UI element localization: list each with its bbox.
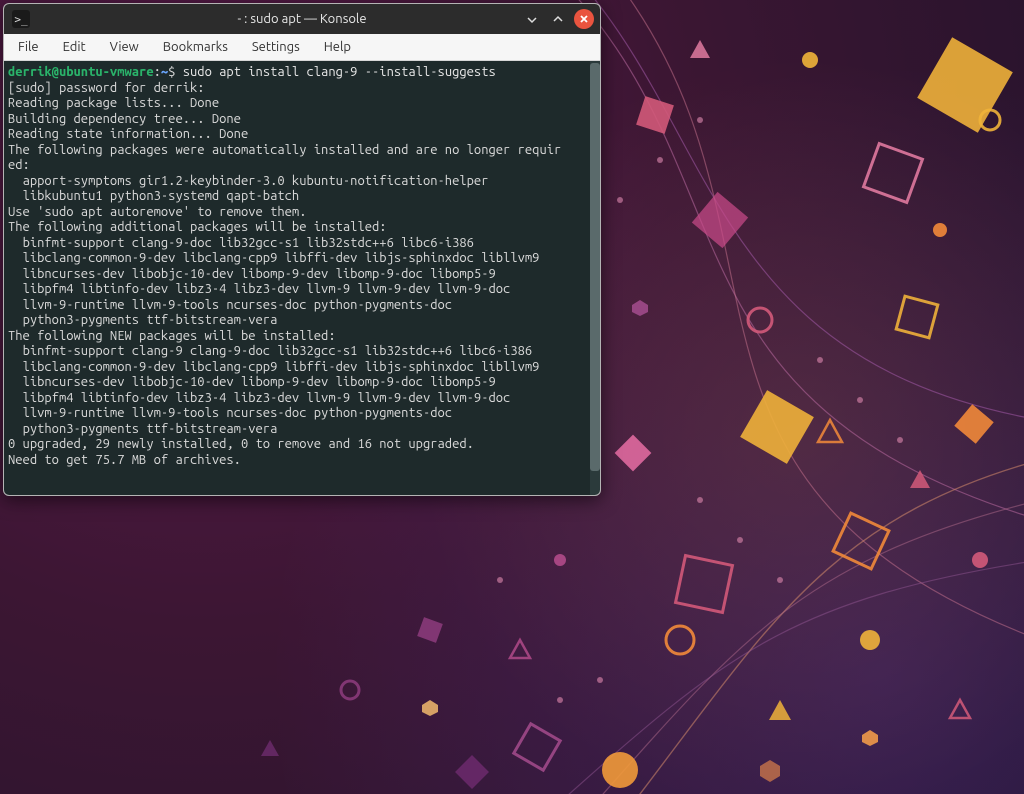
terminal-line: python3-pygments ttf-bitstream-vera [8, 313, 584, 329]
terminal-line: libkubuntu1 python3-systemd qapt-batch [8, 189, 584, 205]
terminal-line: llvm-9-runtime llvm-9-tools ncurses-doc … [8, 298, 584, 314]
terminal-line: libncurses-dev libobjc-10-dev libomp-9-d… [8, 267, 584, 283]
terminal-line: 0 upgraded, 29 newly installed, 0 to rem… [8, 437, 584, 453]
terminal-line: Use 'sudo apt autoremove' to remove them… [8, 205, 584, 221]
terminal-line: The following additional packages will b… [8, 220, 584, 236]
menu-help[interactable]: Help [312, 37, 363, 57]
terminal-output[interactable]: derrik@ubuntu-vmware:~$ sudo apt install… [4, 61, 590, 495]
menu-file[interactable]: File [6, 37, 51, 57]
terminal-line: ed: [8, 158, 584, 174]
desktop-background: >_ - : sudo apt — Konsole File Edit View… [0, 0, 1024, 794]
menubar: File Edit View Bookmarks Settings Help [4, 34, 600, 61]
terminal-line: Need to get 75.7 MB of archives. [8, 453, 584, 469]
prompt-line: derrik@ubuntu-vmware:~$ sudo apt install… [8, 65, 584, 81]
window-title: - : sudo apt — Konsole [4, 12, 600, 26]
menu-view[interactable]: View [98, 37, 151, 57]
terminal-line: apport-symptoms gir1.2-keybinder-3.0 kub… [8, 174, 584, 190]
terminal-line: libncurses-dev libobjc-10-dev libomp-9-d… [8, 375, 584, 391]
window-controls [522, 9, 594, 29]
terminal-line: Reading state information... Done [8, 127, 584, 143]
terminal-line: libpfm4 libtinfo-dev libz3-4 libz3-dev l… [8, 391, 584, 407]
terminal-line: libclang-common-9-dev libclang-cpp9 libf… [8, 360, 584, 376]
terminal-line: The following packages were automaticall… [8, 143, 584, 159]
maximize-button[interactable] [548, 9, 568, 29]
scrollbar-thumb[interactable] [590, 63, 600, 471]
terminal-container: derrik@ubuntu-vmware:~$ sudo apt install… [4, 61, 600, 495]
terminal-line: binfmt-support clang-9 clang-9-doc lib32… [8, 344, 584, 360]
terminal-line: The following NEW packages will be insta… [8, 329, 584, 345]
terminal-line: python3-pygments ttf-bitstream-vera [8, 422, 584, 438]
close-button[interactable] [574, 9, 594, 29]
terminal-line: llvm-9-runtime llvm-9-tools ncurses-doc … [8, 406, 584, 422]
terminal-line: Building dependency tree... Done [8, 112, 584, 128]
terminal-line: libclang-common-9-dev libclang-cpp9 libf… [8, 251, 584, 267]
menu-settings[interactable]: Settings [240, 37, 312, 57]
terminal-line: binfmt-support clang-9-doc lib32gcc-s1 l… [8, 236, 584, 252]
menu-edit[interactable]: Edit [51, 37, 98, 57]
menu-bookmarks[interactable]: Bookmarks [151, 37, 240, 57]
terminal-line: [sudo] password for derrik: [8, 81, 584, 97]
terminal-line: libpfm4 libtinfo-dev libz3-4 libz3-dev l… [8, 282, 584, 298]
konsole-window: >_ - : sudo apt — Konsole File Edit View… [3, 3, 601, 496]
terminal-app-icon: >_ [12, 10, 30, 28]
terminal-scrollbar[interactable] [590, 61, 600, 495]
titlebar[interactable]: >_ - : sudo apt — Konsole [4, 4, 600, 34]
minimize-button[interactable] [522, 9, 542, 29]
terminal-line: Reading package lists... Done [8, 96, 584, 112]
